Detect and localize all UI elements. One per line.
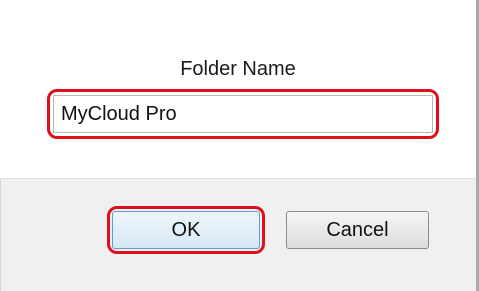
- ok-button[interactable]: OK: [112, 211, 260, 249]
- folder-name-label: Folder Name: [180, 58, 296, 80]
- folder-name-input-highlight: [47, 89, 439, 139]
- cancel-button[interactable]: Cancel: [286, 211, 429, 249]
- folder-name-dialog: Folder Name OK Cancel: [0, 0, 479, 291]
- dialog-body: Folder Name: [0, 0, 476, 178]
- folder-name-input[interactable]: [53, 95, 433, 133]
- dialog-left-border: [0, 178, 1, 291]
